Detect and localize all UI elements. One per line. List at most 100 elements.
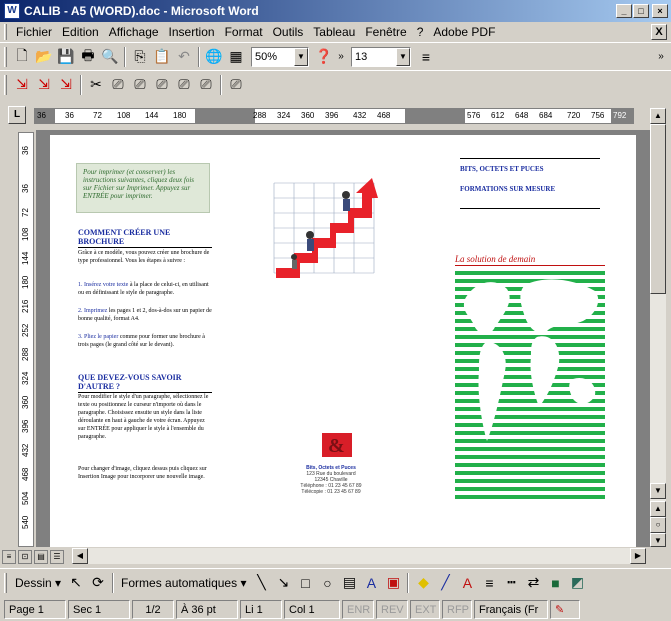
document-area[interactable]: Pour imprimer (et conserver) les instruc… [36,130,650,547]
right-heading-company[interactable]: BITS, OCTETS ET PUCES [460,165,544,173]
print-layout-icon[interactable]: ▤ [34,550,48,564]
pdf-convert-icon[interactable]: ⇲ [11,74,33,96]
align-justify-icon[interactable]: ≡ [415,46,437,68]
toolbar-grip[interactable] [4,74,7,95]
scroll-up-icon[interactable]: ▲ [650,108,666,124]
scroll-right-icon[interactable]: ▶ [630,548,646,564]
insert-picture-icon[interactable]: ▣ [384,574,402,592]
web-tool5-icon[interactable]: ⎚ [195,74,217,96]
toolbar-options-icon[interactable]: » [335,46,347,68]
company-address-block[interactable]: Bits, Octets et Puces 123 Rue du bouleva… [286,465,376,495]
web-tool-icon[interactable]: ⎚ [107,74,129,96]
chevron-down-icon[interactable]: ▼ [396,47,410,66]
scroll-thumb[interactable] [650,124,666,294]
status-macro-rec[interactable]: ENR [342,600,374,619]
new-document-icon[interactable]: 🗋 [11,46,33,68]
line-style-icon[interactable]: ≡ [480,574,498,592]
toolbar-more-icon[interactable]: » [655,46,667,68]
status-track-changes[interactable]: REV [376,600,408,619]
open-folder-icon[interactable]: 📂 [33,46,55,68]
arrow-icon[interactable]: ↘ [274,574,292,592]
menu-outils[interactable]: Outils [268,23,309,41]
3d-icon[interactable]: ◩ [568,574,586,592]
word-app-icon[interactable]: W [4,3,20,19]
menu-fenetre[interactable]: Fenêtre [360,23,411,41]
dash-style-icon[interactable]: ┅ [502,574,520,592]
hyperlink-icon[interactable]: 🌐 [203,46,225,68]
web-tool2-icon[interactable]: ⎚ [129,74,151,96]
draw-menu-button[interactable]: Dessin ▾ [11,576,65,590]
menu-affichage[interactable]: Affichage [104,23,164,41]
insert-table-icon[interactable]: ▦ [225,46,247,68]
menu-adobe-pdf[interactable]: Adobe PDF [428,23,500,41]
help-icon[interactable]: ❓ [313,46,335,68]
status-overtype[interactable]: RFP [442,600,472,619]
maximize-button[interactable]: □ [633,4,649,18]
normal-view-icon[interactable]: ≡ [2,550,16,564]
free-rotate-icon[interactable]: ⟳ [89,574,107,592]
save-icon[interactable]: 💾 [55,46,77,68]
wordart-icon[interactable]: A [362,574,380,592]
world-map-graphic[interactable] [455,271,605,503]
web-view-icon[interactable]: ⊡ [18,550,32,564]
font-size-select[interactable]: 13 ▼ [351,46,411,67]
document-close-button[interactable]: X [651,24,667,40]
next-page-icon[interactable]: ▼ [650,533,666,547]
cut-icon[interactable]: ✂ [85,74,107,96]
status-language[interactable]: Français (Fr [474,600,548,619]
web-tool4-icon[interactable]: ⎚ [173,74,195,96]
para-step1[interactable]: 1. Insérez votre texte à la place de cel… [78,281,212,297]
toolbar-grip[interactable] [4,572,7,593]
undo-icon[interactable]: ↶ [173,46,195,68]
line-icon[interactable]: ╲ [252,574,270,592]
web-tool6-icon[interactable]: ⎚ [225,74,247,96]
pdf-review-icon[interactable]: ⇲ [55,74,77,96]
fill-color-icon[interactable]: ◆ [414,574,432,592]
chevron-down-icon[interactable]: ▼ [294,47,308,66]
text-box-icon[interactable]: ▤ [340,574,358,592]
font-color-icon[interactable]: A [458,574,476,592]
select-objects-icon[interactable]: ↖ [67,574,85,592]
status-extend[interactable]: EXT [410,600,440,619]
horizontal-scrollbar[interactable]: ◀ ▶ [72,548,646,564]
para-style[interactable]: Pour modifier le style d'un paragraphe, … [78,393,212,441]
vertical-ruler[interactable]: 36 36 72 108 144 180 216 252 288 324 360… [18,132,34,547]
print-icon[interactable]: 🖶 [77,46,99,68]
menu-help[interactable]: ? [412,23,429,41]
vertical-scrollbar[interactable]: ▲ ▼ ▲ ○ ▼ [650,108,666,547]
heading-create-brochure[interactable]: COMMENT CRÉER UNE BROCHURE [78,228,212,248]
outline-view-icon[interactable]: ☰ [50,550,64,564]
para-step3[interactable]: 3. Pliez le papier comme pour former une… [78,333,212,349]
para-step2[interactable]: 2. Imprimez les pages 1 et 2, dos-à-dos … [78,307,212,323]
menu-format[interactable]: Format [220,23,268,41]
copy-icon[interactable]: ⎘ [129,46,151,68]
company-logo[interactable]: & [322,433,352,457]
menu-grip[interactable] [4,24,7,40]
pdf-email-icon[interactable]: ⇲ [33,74,55,96]
horizontal-ruler[interactable]: 36 36 72 108 144 180 288 324 360 396 432… [34,108,634,124]
spelling-status-icon[interactable]: ✎ [550,600,580,619]
oval-icon[interactable]: ○ [318,574,336,592]
intro-instruction-box[interactable]: Pour imprimer (et conserver) les instruc… [76,163,210,213]
tab-selector[interactable]: L [8,106,26,124]
document-page[interactable]: Pour imprimer (et conserver) les instruc… [50,135,636,547]
para-intro[interactable]: Grâce à ce modèle, vous pouvez créer une… [78,249,212,265]
scroll-down-icon[interactable]: ▼ [650,483,666,499]
arrow-style-icon[interactable]: ⇄ [524,574,542,592]
line-color-icon[interactable]: ╱ [436,574,454,592]
zoom-select[interactable]: 50% ▼ [251,46,309,67]
slogan-text[interactable]: La solution de demain [455,254,535,264]
scroll-left-icon[interactable]: ◀ [72,548,88,564]
business-growth-graphic[interactable] [264,173,384,283]
title-bar[interactable]: W CALIB - A5 (WORD).doc - Microsoft Word… [0,0,671,22]
menu-tableau[interactable]: Tableau [308,23,360,41]
menu-insertion[interactable]: Insertion [164,23,220,41]
toolbar-grip[interactable] [4,46,7,67]
minimize-button[interactable]: _ [616,4,632,18]
menu-fichier[interactable]: Fichier [11,23,57,41]
para-image[interactable]: Pour changer d'image, cliquez dessus pui… [78,465,212,481]
shadow-icon[interactable]: ■ [546,574,564,592]
previous-page-icon[interactable]: ▲ [650,501,666,517]
browse-object-icon[interactable]: ○ [650,517,666,533]
paste-icon[interactable]: 📋 [151,46,173,68]
